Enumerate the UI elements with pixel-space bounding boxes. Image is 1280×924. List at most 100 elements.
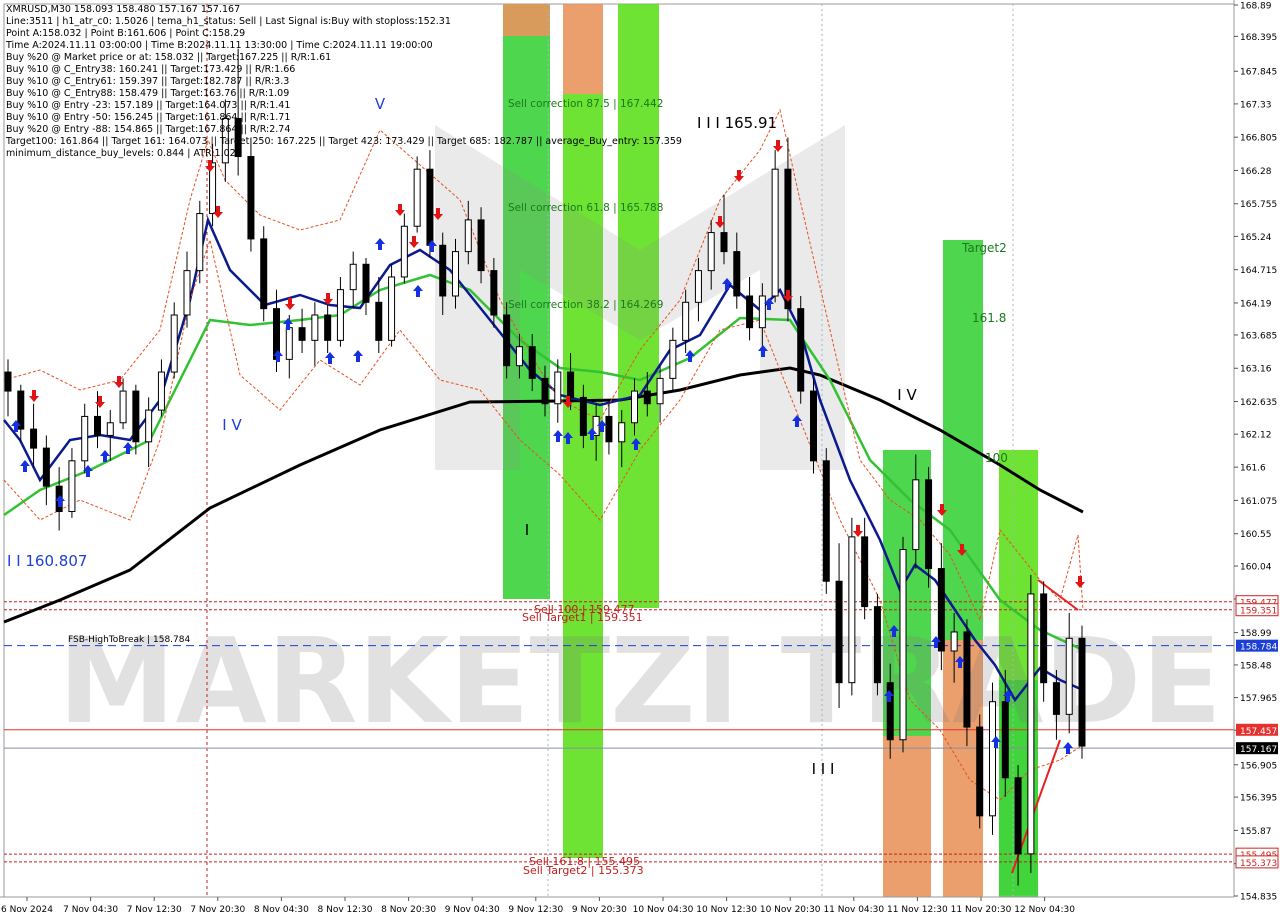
- chart-annotation: Sell Target2 | 155.373: [523, 864, 644, 877]
- bull-candle-body: [618, 422, 626, 443]
- bear-candle-body: [567, 371, 575, 398]
- bull-candle-body: [848, 536, 856, 684]
- bull-candle-body: [694, 270, 702, 303]
- bull-candle-body: [682, 301, 690, 341]
- bull-candle-body: [452, 251, 459, 297]
- chart-annotation: I I 160.807: [7, 552, 87, 570]
- y-tick-label: 165.755: [1240, 200, 1277, 210]
- bear-candle-body: [324, 314, 332, 341]
- y-tick-label: 163.16: [1240, 365, 1272, 375]
- bear-candle-body: [4, 371, 12, 392]
- bull-candle-body: [336, 289, 344, 341]
- candle: [976, 714, 984, 829]
- y-tick-label: 167.33: [1240, 100, 1272, 110]
- x-tick-label: 8 Nov 12:30: [318, 905, 373, 915]
- y-tick-label: 156.905: [1240, 761, 1277, 771]
- price-tag-label: 159.351: [1240, 607, 1277, 617]
- bear-candle-body: [873, 606, 881, 684]
- info-line: Buy %10 @ C_Entry61: 159.397 || Target:1…: [6, 76, 290, 87]
- bear-candle-body: [784, 168, 792, 310]
- bull-candle-body: [413, 168, 421, 227]
- bull-candle-body: [989, 701, 996, 817]
- bear-candle-body: [30, 428, 38, 449]
- y-tick-label: 160.55: [1240, 530, 1272, 540]
- candle: [899, 536, 907, 753]
- bear-candle-body: [861, 536, 869, 608]
- info-line: Buy %20 @ Market price or at: 158.032 ||…: [6, 52, 332, 63]
- bear-candle-body: [937, 568, 945, 652]
- bull-candle-body: [631, 390, 638, 424]
- y-tick-label: 168.395: [1240, 33, 1277, 43]
- bull-candle-body: [669, 339, 677, 379]
- bull-candle-body: [183, 270, 191, 316]
- chart-annotation: Target2: [961, 241, 1007, 255]
- bear-candle-body: [643, 390, 651, 405]
- bear-candle-body: [976, 726, 984, 817]
- bear-candle-body: [797, 308, 805, 392]
- price-tag-label: 155.373: [1240, 859, 1277, 869]
- info-line: Buy %20 @ Entry -88: 154.865 || Target:1…: [6, 124, 291, 135]
- price-tag: 157.457: [1236, 723, 1278, 737]
- bull-candle-body: [464, 219, 472, 253]
- info-line: Buy %10 @ Entry -23: 157.189 || Target:1…: [6, 100, 291, 111]
- bear-candle-body: [810, 390, 817, 462]
- candle: [1027, 574, 1035, 873]
- chart-area[interactable]: MARKETZI TRADE Sell correction 87.5 | 16…: [0, 0, 1280, 920]
- bear-candle-body: [375, 301, 383, 341]
- y-tick-label: 154.835: [1240, 893, 1277, 903]
- info-panel: XMRUSD,M30 158.093 158.480 157.167 157.1…: [6, 4, 682, 160]
- chart-annotation: FSB-HighToBreak | 158.784: [68, 635, 190, 645]
- info-line: Line:3511 | h1_atr_c0: 1.5026 | tema_h1_…: [6, 16, 451, 27]
- bear-candle-body: [490, 270, 498, 316]
- bear-candle-body: [579, 396, 587, 436]
- bull-candle-body: [899, 549, 907, 741]
- price-tag-label: 157.457: [1240, 727, 1277, 737]
- bull-candle-body: [1065, 637, 1073, 715]
- bull-candle-body: [349, 263, 357, 291]
- bear-candle-body: [247, 156, 255, 240]
- candle: [771, 150, 779, 303]
- bear-candle-body: [963, 631, 971, 728]
- bull-candle-body: [196, 213, 204, 272]
- bear-candle-body: [503, 314, 511, 367]
- info-line: XMRUSD,M30 158.093 158.480 157.167 157.1…: [6, 4, 241, 15]
- x-tick-label: 10 Nov 04:30: [633, 905, 694, 915]
- bear-candle-body: [720, 232, 728, 253]
- chart-annotation: 161.8: [972, 311, 1006, 325]
- y-tick-label: 155.87: [1240, 827, 1272, 837]
- bear-candle-body: [822, 460, 830, 582]
- x-tick-label: 9 Nov 04:30: [445, 905, 500, 915]
- chart-annotation: I: [525, 521, 529, 539]
- bear-candle-body: [94, 415, 101, 436]
- bull-candle-body: [515, 346, 523, 367]
- candle: [196, 200, 204, 284]
- y-tick-label: 158.99: [1240, 629, 1272, 639]
- bull-candle-body: [106, 422, 114, 436]
- bull-candle-body: [81, 415, 89, 462]
- target-zone: [943, 240, 983, 640]
- y-tick-label: 157.965: [1240, 694, 1277, 704]
- price-tag-label: 157.167: [1240, 745, 1277, 755]
- bear-candle-body: [605, 415, 613, 443]
- bear-candle-body: [541, 377, 549, 405]
- x-tick-label: 11 Nov 20:30: [951, 905, 1012, 915]
- bear-candle-body: [1014, 777, 1022, 855]
- bear-candle-body: [925, 479, 933, 570]
- y-tick-label: 164.715: [1240, 266, 1277, 276]
- chart-annotation: 100: [985, 451, 1008, 465]
- chart-annotation: I V: [222, 416, 242, 434]
- info-line: Point A:158.032 | Point B:161.606 | Poin…: [6, 28, 246, 39]
- x-tick-label: 6 Nov 2024: [1, 905, 53, 915]
- candle: [873, 593, 881, 696]
- bear-candle-body: [1078, 637, 1086, 747]
- y-tick-label: 158.48: [1240, 661, 1272, 671]
- bear-candle-body: [733, 251, 741, 297]
- candle: [848, 517, 856, 696]
- chart-annotation: Sell correction 61.8 | 165.788: [508, 202, 663, 214]
- y-tick-label: 167.845: [1240, 68, 1277, 78]
- candle: [822, 448, 830, 594]
- bull-candle-body: [119, 390, 127, 424]
- info-line: Buy %10 @ Entry -50: 156.245 || Target:1…: [6, 112, 291, 123]
- bull-candle-body: [311, 314, 319, 341]
- bear-candle-body: [1001, 701, 1009, 779]
